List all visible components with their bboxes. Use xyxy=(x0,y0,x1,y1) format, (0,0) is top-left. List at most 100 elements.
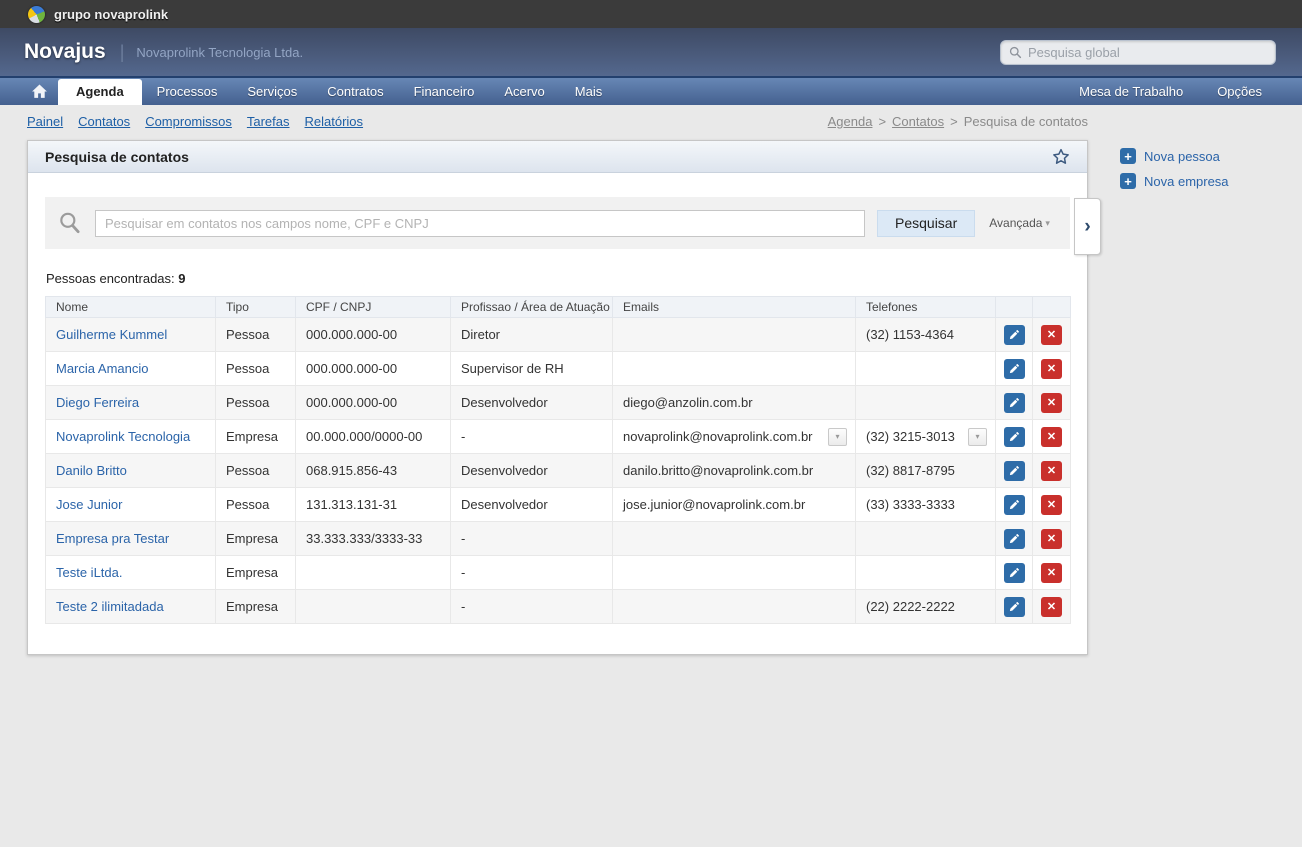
table-row: Danilo Britto Pessoa 068.915.856-43 Dese… xyxy=(46,454,1071,488)
table-row: Teste iLtda. Empresa - ▾ xyxy=(46,556,1071,590)
edit-contact-button[interactable] xyxy=(1004,427,1025,447)
contact-profession-cell: Desenvolvedor xyxy=(451,386,613,420)
contact-phone-cell: (22) 2222-2222 ▾ xyxy=(856,590,996,624)
delete-contact-button[interactable]: ✕ xyxy=(1041,495,1062,515)
edit-contact-button[interactable] xyxy=(1004,597,1025,617)
email-dropdown-button[interactable]: ▾ xyxy=(828,428,847,446)
column-header: Emails xyxy=(613,297,856,318)
edit-contact-button[interactable] xyxy=(1004,359,1025,379)
delete-contact-button[interactable]: ✕ xyxy=(1041,393,1062,413)
column-header xyxy=(1033,297,1071,318)
subnav-link[interactable]: Contatos xyxy=(78,114,130,129)
column-header: Telefones xyxy=(856,297,996,318)
nav-right-item[interactable]: Mesa de Trabalho xyxy=(1075,78,1187,105)
search-icon xyxy=(57,210,83,236)
nav-tab[interactable]: Mais xyxy=(560,78,617,105)
nav-tab[interactable]: Financeiro xyxy=(399,78,490,105)
search-icon xyxy=(1009,46,1022,59)
table-row: Guilherme Kummel Pessoa 000.000.000-00 D… xyxy=(46,318,1071,352)
breadcrumb-item[interactable]: Contatos xyxy=(892,114,958,129)
contact-name-link[interactable]: Teste 2 ilimitadada xyxy=(56,599,164,614)
quick-action-link[interactable]: + Nova pessoa xyxy=(1120,148,1229,164)
contact-type-cell: Empresa xyxy=(216,590,296,624)
table-row: Marcia Amancio Pessoa 000.000.000-00 Sup… xyxy=(46,352,1071,386)
search-button[interactable]: Pesquisar xyxy=(877,210,975,237)
phone-dropdown-button[interactable]: ▾ xyxy=(968,428,987,446)
contact-phone-cell: (33) 3333-3333 ▾ xyxy=(856,488,996,522)
subnav-link[interactable]: Compromissos xyxy=(145,114,232,129)
edit-contact-button[interactable] xyxy=(1004,461,1025,481)
subnav-link[interactable]: Relatórios xyxy=(305,114,364,129)
contact-name-link[interactable]: Teste iLtda. xyxy=(56,565,123,580)
panel-header: Pesquisa de contatos xyxy=(28,141,1087,173)
breadcrumb-item[interactable]: Pesquisa de contatos xyxy=(964,114,1088,129)
nav-tab[interactable]: Acervo xyxy=(489,78,559,105)
delete-contact-button[interactable]: ✕ xyxy=(1041,461,1062,481)
contact-name-link[interactable]: Jose Junior xyxy=(56,497,122,512)
contact-email-cell: jose.junior@novaprolink.com.br ▾ xyxy=(613,488,856,522)
breadcrumb-item[interactable]: Agenda xyxy=(828,114,886,129)
edit-contact-button[interactable] xyxy=(1004,325,1025,345)
quick-action-link[interactable]: + Nova empresa xyxy=(1120,173,1229,189)
chevron-right-icon: › xyxy=(1084,216,1090,238)
contact-cpf-cell: 000.000.000-00 xyxy=(296,386,451,420)
contact-type-cell: Pessoa xyxy=(216,318,296,352)
close-icon: ✕ xyxy=(1047,600,1056,613)
pencil-icon xyxy=(1008,363,1020,375)
pencil-icon xyxy=(1008,533,1020,545)
column-header xyxy=(996,297,1033,318)
contact-name-link[interactable]: Marcia Amancio xyxy=(56,361,148,376)
contacts-search-panel: Pesquisa de contatos › Pesquisar Avançad… xyxy=(27,140,1088,655)
table-row: Empresa pra Testar Empresa 33.333.333/33… xyxy=(46,522,1071,556)
edit-contact-button[interactable] xyxy=(1004,393,1025,413)
contact-name-link[interactable]: Guilherme Kummel xyxy=(56,327,167,342)
pencil-icon xyxy=(1008,431,1020,443)
subnav-links: Painel Contatos Compromissos Tarefas Relatór… xyxy=(27,114,363,129)
contact-cpf-cell: 000.000.000-00 xyxy=(296,352,451,386)
nav-right-item[interactable]: Opções xyxy=(1213,78,1266,105)
nav-tab[interactable]: Serviços xyxy=(232,78,312,105)
contact-profession-cell: - xyxy=(451,420,613,454)
nav-tab[interactable]: Contratos xyxy=(312,78,398,105)
contact-cpf-cell: 33.333.333/3333-33 xyxy=(296,522,451,556)
subnav-link[interactable]: Painel xyxy=(27,114,63,129)
pencil-icon xyxy=(1008,397,1020,409)
contact-type-cell: Empresa xyxy=(216,556,296,590)
delete-contact-button[interactable]: ✕ xyxy=(1041,325,1062,345)
contact-name-link[interactable]: Danilo Britto xyxy=(56,463,127,478)
contact-search-input[interactable] xyxy=(95,210,865,237)
contact-profession-cell: - xyxy=(451,556,613,590)
delete-contact-button[interactable]: ✕ xyxy=(1041,359,1062,379)
subnav-link[interactable]: Tarefas xyxy=(247,114,290,129)
quick-actions: + Nova pessoa + Nova empresa xyxy=(1120,148,1229,189)
collapse-side-panel-toggle[interactable]: › xyxy=(1074,198,1101,255)
global-search-input[interactable] xyxy=(1028,45,1267,60)
advanced-search-link[interactable]: Avançada ▾ xyxy=(989,216,1050,230)
delete-contact-button[interactable]: ✕ xyxy=(1041,597,1062,617)
pencil-icon xyxy=(1008,567,1020,579)
edit-contact-button[interactable] xyxy=(1004,529,1025,549)
delete-contact-button[interactable]: ✕ xyxy=(1041,563,1062,583)
brand-text: grupo novaprolink xyxy=(54,7,168,22)
home-button[interactable] xyxy=(27,78,58,105)
pencil-icon xyxy=(1008,465,1020,477)
nav-tab[interactable]: Agenda xyxy=(58,79,142,105)
contact-name-link[interactable]: Novaprolink Tecnologia xyxy=(56,429,190,444)
nav-tab[interactable]: Processos xyxy=(142,78,233,105)
close-icon: ✕ xyxy=(1047,328,1056,341)
top-brand-bar: grupo novaprolink xyxy=(0,0,1302,28)
delete-contact-button[interactable]: ✕ xyxy=(1041,529,1062,549)
contact-cpf-cell: 131.313.131-31 xyxy=(296,488,451,522)
contact-search-bar: Pesquisar Avançada ▾ xyxy=(45,197,1070,249)
contact-email-cell: ▾ xyxy=(613,590,856,624)
edit-contact-button[interactable] xyxy=(1004,495,1025,515)
delete-contact-button[interactable]: ✕ xyxy=(1041,427,1062,447)
contact-profession-cell: Desenvolvedor xyxy=(451,488,613,522)
favorite-button[interactable] xyxy=(1051,147,1071,167)
contact-name-link[interactable]: Empresa pra Testar xyxy=(56,531,169,546)
global-search-box[interactable] xyxy=(1000,40,1276,65)
contact-email-cell: ▾ xyxy=(613,352,856,386)
contact-name-link[interactable]: Diego Ferreira xyxy=(56,395,139,410)
column-header: Tipo xyxy=(216,297,296,318)
edit-contact-button[interactable] xyxy=(1004,563,1025,583)
